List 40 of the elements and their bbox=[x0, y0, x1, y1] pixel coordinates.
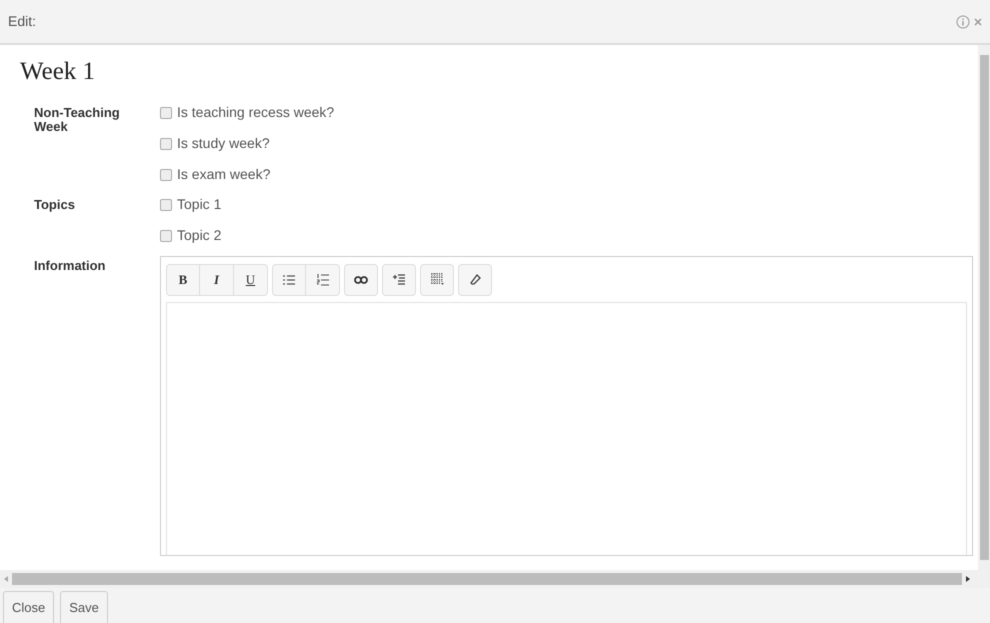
link-button[interactable] bbox=[344, 264, 378, 296]
table-button[interactable] bbox=[420, 264, 454, 296]
bullet-list-icon bbox=[283, 274, 295, 284]
numbered-list-button[interactable] bbox=[306, 264, 340, 296]
table-icon bbox=[430, 273, 444, 286]
link-icon bbox=[354, 276, 368, 284]
checkbox[interactable] bbox=[160, 138, 172, 150]
footer-button[interactable]: Close bbox=[3, 591, 54, 623]
indent-icon bbox=[393, 274, 405, 285]
clear-format-button[interactable] bbox=[458, 264, 492, 296]
indent-button[interactable] bbox=[382, 264, 416, 296]
scroll-thumb[interactable] bbox=[12, 573, 962, 585]
bold-button[interactable]: B bbox=[166, 264, 200, 296]
window-title: Edit: bbox=[8, 12, 36, 31]
underline-button[interactable]: U bbox=[234, 264, 268, 296]
checkbox-label: Topic 2 bbox=[177, 226, 222, 245]
info-icon[interactable] bbox=[956, 14, 970, 28]
scroll-left-icon[interactable] bbox=[4, 576, 8, 582]
scroll-thumb[interactable] bbox=[980, 55, 988, 560]
bullet-list-button[interactable] bbox=[272, 264, 306, 296]
checkbox[interactable] bbox=[160, 106, 172, 118]
horizontal-scrollbar[interactable] bbox=[0, 570, 990, 588]
scroll-right-icon[interactable] bbox=[966, 576, 970, 582]
field-label: Information bbox=[33, 256, 106, 274]
checkbox-label: Is exam week? bbox=[177, 165, 270, 184]
checkbox-label: Is study week? bbox=[177, 134, 270, 153]
field-label: Topics bbox=[33, 196, 76, 214]
checkbox-label: Topic 1 bbox=[177, 195, 222, 214]
footer-button[interactable]: Save bbox=[60, 591, 108, 623]
checkbox-label: Is teaching recess week? bbox=[177, 103, 334, 122]
close-icon[interactable] bbox=[974, 18, 982, 26]
eraser-icon bbox=[470, 274, 480, 285]
checkbox[interactable] bbox=[160, 168, 172, 180]
checkbox[interactable] bbox=[160, 198, 172, 210]
field-label: Non-Teaching Week bbox=[33, 104, 121, 136]
page-heading: Week 1 bbox=[20, 57, 96, 87]
vertical-scrollbar[interactable] bbox=[978, 45, 990, 570]
numbered-list-icon bbox=[316, 274, 328, 286]
checkbox[interactable] bbox=[160, 230, 172, 242]
italic-button[interactable]: I bbox=[200, 264, 234, 296]
